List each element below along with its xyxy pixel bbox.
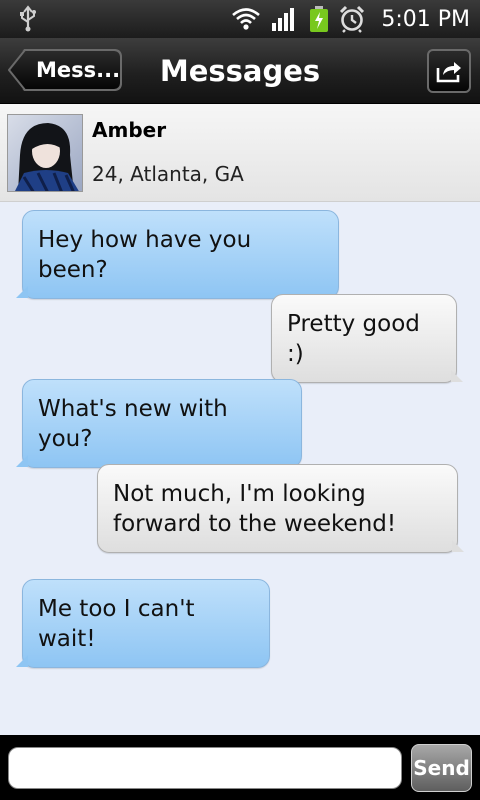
back-button-label: Mess... <box>36 58 121 82</box>
send-button[interactable]: Send <box>411 744 472 792</box>
message-bubble-incoming[interactable]: What's new with you? <box>16 379 302 468</box>
contact-header[interactable]: Amber 24, Atlanta, GA <box>0 104 480 202</box>
message-text: Not much, I'm looking forward to the wee… <box>113 481 397 537</box>
share-icon <box>436 62 461 83</box>
back-button[interactable]: Mess... <box>8 49 122 91</box>
message-bubble-outgoing[interactable]: Not much, I'm looking forward to the wee… <box>97 464 464 553</box>
message-text: Me too I can't wait! <box>38 596 195 652</box>
composer-bar: Send <box>0 735 480 800</box>
usb-icon <box>20 5 36 32</box>
message-text: What's new with you? <box>38 396 228 452</box>
message-input[interactable] <box>8 747 402 789</box>
action-bar: Mess... Messages <box>0 38 480 104</box>
message-bubble-incoming[interactable]: Me too I can't wait! <box>16 579 270 668</box>
status-bar: 5:01 PM <box>0 0 480 38</box>
alarm-icon <box>340 5 365 33</box>
conversation-area[interactable]: Hey how have you been? Pretty good :) Wh… <box>0 202 480 735</box>
avatar[interactable] <box>7 114 83 192</box>
status-time: 5:01 PM <box>381 6 470 32</box>
battery-charging-icon <box>310 6 329 32</box>
contact-photo <box>8 115 82 191</box>
message-bubble-incoming[interactable]: Hey how have you been? <box>16 210 339 299</box>
message-text: Hey how have you been? <box>38 227 252 283</box>
contact-info: 24, Atlanta, GA <box>92 162 244 186</box>
wifi-icon <box>232 8 261 30</box>
contact-name: Amber <box>92 118 167 142</box>
share-button[interactable] <box>427 49 471 93</box>
message-text: Pretty good :) <box>287 311 420 367</box>
signal-icon <box>272 8 295 31</box>
message-bubble-outgoing[interactable]: Pretty good :) <box>271 294 463 383</box>
